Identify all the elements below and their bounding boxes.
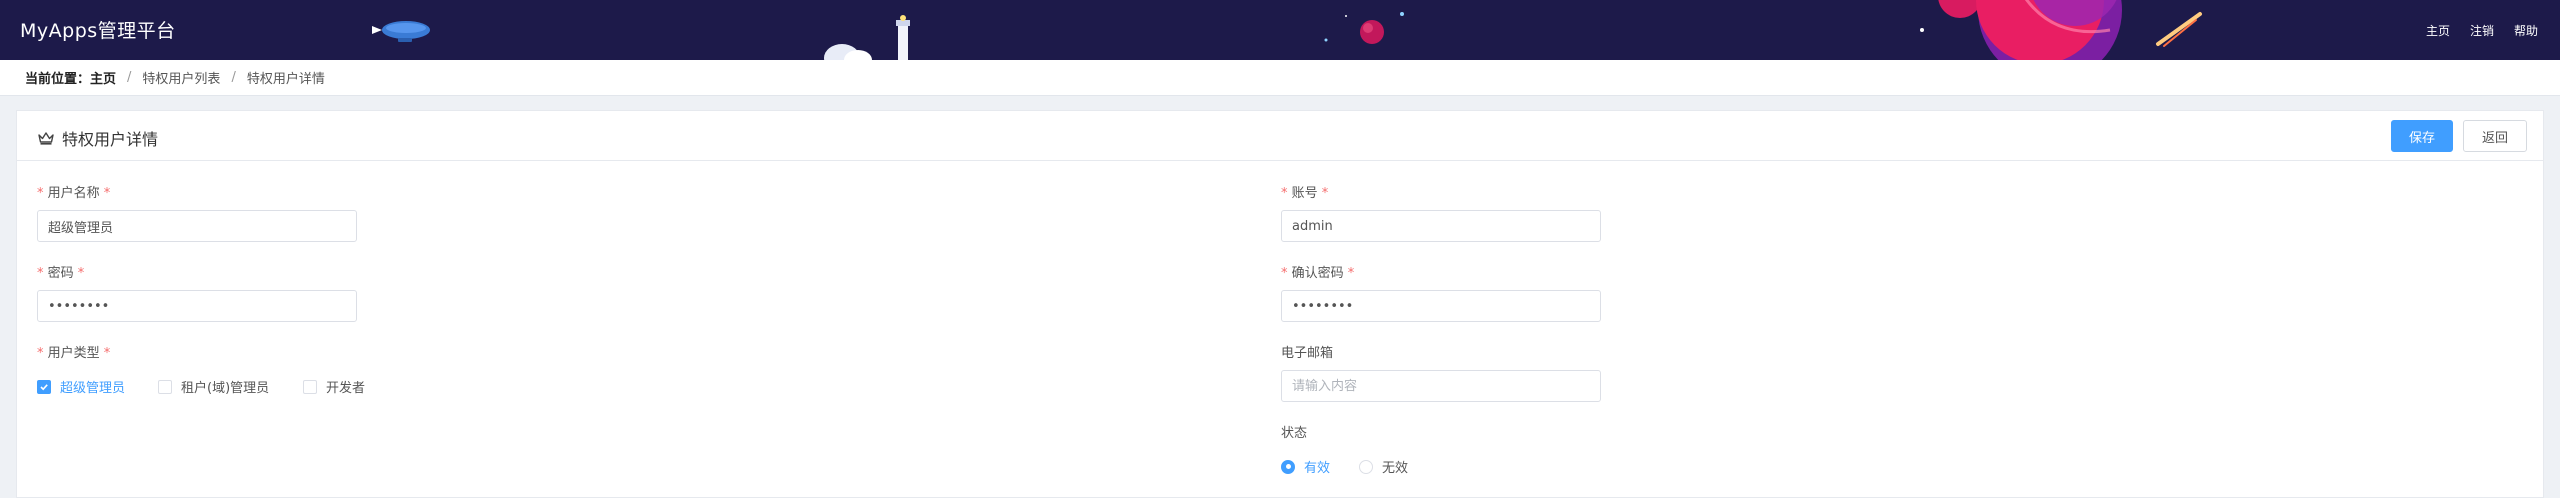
brand-title: MyApps管理平台 <box>20 20 176 42</box>
planet-small-icon <box>1324 12 1404 44</box>
confirm-password-input[interactable] <box>1281 290 1601 322</box>
checkbox-unchecked-icon <box>158 379 172 394</box>
card-title-text: 特权用户详情 <box>62 130 159 149</box>
account-label: * 账号 * <box>1281 186 1329 201</box>
airship-icon <box>372 21 430 42</box>
email-input[interactable] <box>1281 370 1601 402</box>
status-valid-radio[interactable]: 有效 <box>1281 457 1330 476</box>
password-input[interactable] <box>37 290 357 322</box>
planet-large-icon <box>1920 0 2202 60</box>
lighthouse-icon <box>824 15 910 60</box>
username-label: * 用户名称 * <box>37 186 111 201</box>
top-nav: 主页 注销 帮助 <box>2426 22 2538 39</box>
password-label: * 密码 * <box>37 266 85 281</box>
checkbox-unchecked-icon <box>303 379 317 394</box>
crown-icon <box>38 132 54 145</box>
checkbox-checked-icon <box>37 379 51 394</box>
detail-card: 特权用户详情 保存 返回 * 用户名称 * * 密码 * * 用户类型 * 超级… <box>16 110 2544 498</box>
top-header: MyApps管理平台 主页 注销 帮助 <box>0 0 2560 60</box>
status-invalid-radio[interactable]: 无效 <box>1359 457 1408 476</box>
breadcrumb-privileged-user-list[interactable]: 特权用户列表 <box>142 68 220 87</box>
card-title: 特权用户详情 <box>37 126 158 150</box>
breadcrumb-separator: / <box>231 70 236 85</box>
breadcrumb-label: 当前位置： <box>25 72 91 87</box>
breadcrumb-current: 特权用户详情 <box>246 72 325 87</box>
account-input[interactable] <box>1281 210 1601 242</box>
radio-selected-icon <box>1281 459 1295 474</box>
username-input[interactable] <box>37 210 357 242</box>
save-button[interactable]: 保存 <box>2391 120 2453 152</box>
status-label: 状态 <box>1281 426 1308 441</box>
card-header: 特权用户详情 保存 返回 <box>17 111 2543 161</box>
email-label: 电子邮箱 <box>1281 346 1334 361</box>
breadcrumb-home[interactable]: 主页 <box>90 68 116 87</box>
user-type-label: * 用户类型 * <box>37 346 111 361</box>
breadcrumb-separator: / <box>127 70 132 85</box>
user-type-tenant-admin-checkbox[interactable]: 租户(域)管理员 <box>158 377 269 396</box>
back-button[interactable]: 返回 <box>2463 120 2527 152</box>
nav-home-link[interactable]: 主页 <box>2426 22 2450 39</box>
radio-unselected-icon <box>1359 459 1373 474</box>
user-type-super-admin-checkbox[interactable]: 超级管理员 <box>37 377 125 396</box>
confirm-password-label: * 确认密码 * <box>1281 266 1355 281</box>
nav-help-link[interactable]: 帮助 <box>2514 22 2538 39</box>
breadcrumb: 当前位置： 主页 / 特权用户列表 / 特权用户详情 <box>0 60 2560 96</box>
user-type-developer-checkbox[interactable]: 开发者 <box>303 377 365 396</box>
nav-logout-link[interactable]: 注销 <box>2470 22 2494 39</box>
